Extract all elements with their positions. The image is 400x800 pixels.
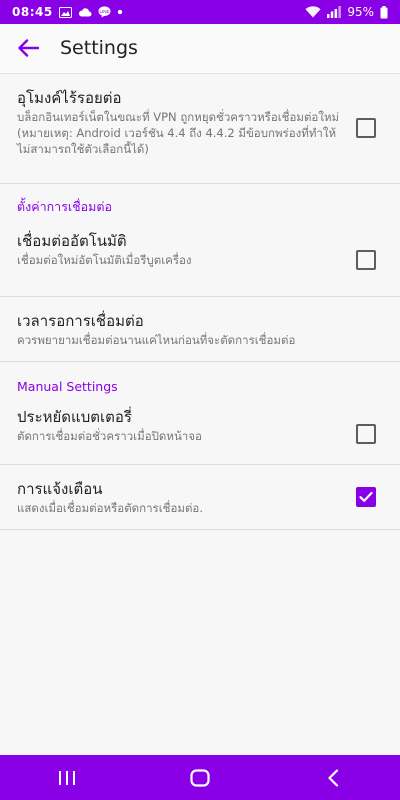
arrow-back-icon — [18, 39, 39, 57]
navigation-bar — [0, 755, 400, 800]
pref-auto-connect[interactable]: เชื่อมต่ออัตโนมัติ เชื่อมต่อใหม่อัตโนมัต… — [0, 223, 400, 297]
pref-connection-timeout[interactable]: เวลารอการเชื่อมต่อ ควรพยายามเชื่อมต่อนาน… — [0, 297, 400, 362]
signal-icon — [327, 6, 342, 18]
status-bar-left: 08:45 LINE — [12, 5, 123, 19]
back-icon — [328, 768, 339, 787]
battery-saver-checkbox[interactable] — [356, 424, 376, 444]
status-time: 08:45 — [12, 5, 53, 19]
battery-percentage: 95% — [347, 5, 374, 19]
pref-summary: แสดงเมื่อเชื่อมต่อหรือตัดการเชื่อมต่อ. — [17, 501, 203, 515]
seamless-tunnel-checkbox[interactable] — [356, 118, 376, 138]
pref-title: เชื่อมต่ออัตโนมัติ — [17, 232, 127, 250]
auto-connect-checkbox[interactable] — [356, 250, 376, 270]
back-button[interactable] — [8, 28, 48, 68]
system-back-button[interactable] — [303, 755, 363, 800]
page-title: Settings — [60, 37, 138, 59]
svg-text:LINE: LINE — [99, 9, 109, 14]
battery-icon — [380, 5, 388, 19]
pref-summary: ตัดการเชื่อมต่อชั่วคราวเมื่อปิดหน้าจอ — [17, 429, 202, 443]
home-icon — [190, 768, 210, 787]
recent-apps-button[interactable] — [37, 755, 97, 800]
image-icon — [58, 6, 72, 18]
cloud-icon — [78, 7, 92, 17]
pref-summary: เชื่อมต่อใหม่อัตโนมัติเมื่อรีบูตเครื่อง — [17, 253, 192, 267]
pref-notification[interactable]: การแจ้งเตือน แสดงเมื่อเชื่อมต่อหรือตัดกา… — [0, 465, 400, 530]
app-bar: Settings — [0, 24, 400, 72]
pref-summary: บล็อกอินเทอร์เน็ตในขณะที่ VPN ถูกหยุดชั่… — [17, 110, 340, 156]
home-button[interactable] — [170, 755, 230, 800]
checkmark-icon — [359, 491, 373, 502]
section-header-manual: Manual Settings — [17, 379, 118, 394]
status-bar: 08:45 LINE 95% — [0, 0, 400, 24]
pref-title: การแจ้งเตือน — [17, 480, 103, 498]
recent-apps-icon — [58, 770, 75, 785]
pref-battery-saver[interactable]: ประหยัดแบตเตอรี่ ตัดการเชื่อมต่อชั่วคราว… — [0, 403, 400, 465]
notification-checkbox[interactable] — [356, 487, 376, 507]
status-bar-right: 95% — [305, 5, 388, 19]
settings-list: อุโมงค์ไร้รอยต่อ บล็อกอินเทอร์เน็ตในขณะท… — [0, 73, 400, 756]
line-chat-icon: LINE — [98, 6, 111, 18]
section-header-connection: ตั้งค่าการเชื่อมต่อ — [17, 199, 113, 214]
wifi-icon — [305, 6, 321, 18]
pref-title: ประหยัดแบตเตอรี่ — [17, 408, 132, 426]
pref-title: อุโมงค์ไร้รอยต่อ — [17, 89, 122, 107]
dot-icon — [117, 9, 123, 15]
pref-summary: ควรพยายามเชื่อมต่อนานแค่ไหนก่อนที่จะตัดก… — [17, 333, 296, 347]
pref-seamless-tunnel[interactable]: อุโมงค์ไร้รอยต่อ บล็อกอินเทอร์เน็ตในขณะท… — [0, 74, 400, 184]
pref-title: เวลารอการเชื่อมต่อ — [17, 312, 144, 330]
